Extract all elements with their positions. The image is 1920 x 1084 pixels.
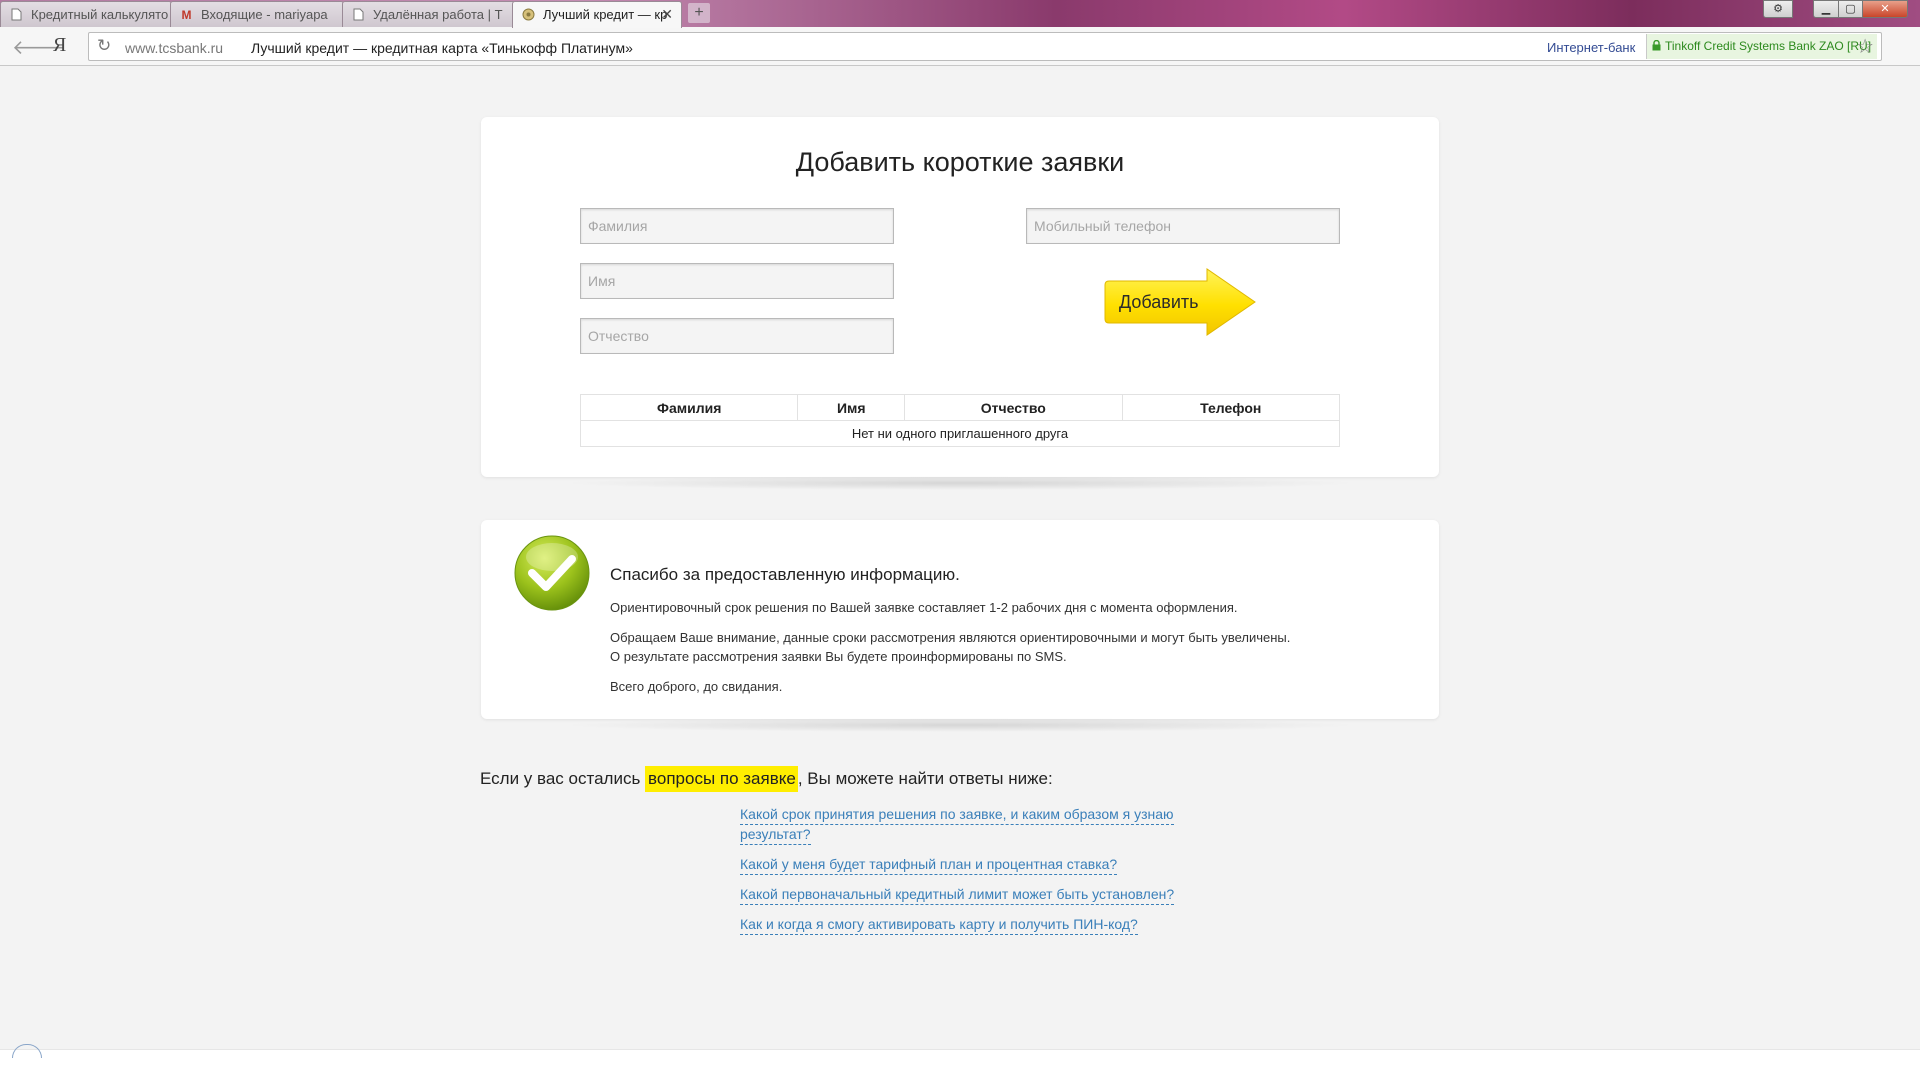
faq-link-decision-term-cont[interactable]: результат? <box>740 824 811 845</box>
notice-text-line2: О результате рассмотрения заявки Вы буде… <box>610 649 1067 664</box>
gmail-icon: M <box>181 8 192 22</box>
url-host: www.tcsbank.ru <box>125 40 224 56</box>
faq-heading-tail: , Вы можете найти ответы ниже: <box>797 769 1053 788</box>
decision-term-text: Ориентировочный срок решения по Вашей за… <box>610 600 1238 615</box>
faq-highlight: вопросы по заявке <box>645 766 798 792</box>
faq-heading-lead: Если у вас остались <box>480 769 646 788</box>
internet-bank-link[interactable]: Интернет-банк <box>1547 40 1635 55</box>
page-icon <box>352 8 365 22</box>
bottom-strip <box>0 1044 1920 1084</box>
ev-certificate-text: Tinkoff Credit Systems Bank ZAO [RU] <box>1665 39 1872 53</box>
yandex-button[interactable]: Я <box>53 34 66 57</box>
ev-certificate-badge[interactable]: Tinkoff Credit Systems Bank ZAO [RU] <box>1646 34 1878 59</box>
short-applications-card: Добавить короткие заявки Добавить <box>481 117 1439 477</box>
table-row: Нет ни одного приглашенного друга <box>580 420 1340 447</box>
notice-text-line1: Обращаем Ваше внимание, данные сроки рас… <box>610 630 1291 645</box>
add-button-label: Добавить <box>1119 292 1199 312</box>
close-icon[interactable]: ✕ <box>661 2 673 27</box>
tab-best-credit[interactable]: Лучший кредит — кр ✕ <box>512 1 682 28</box>
address-bar: 🡐 Я ↻ www.tcsbank.ru Лучший кредит — кре… <box>0 27 1920 66</box>
tab-credit-calculator[interactable]: Кредитный калькулято <box>0 1 172 27</box>
invited-friends-table: Фамилия Имя Отчество Телефон Нет ни одно… <box>579 394 1341 447</box>
faq-link-decision-term[interactable]: Какой срок принятия решения по заявке, и… <box>740 804 1174 825</box>
new-tab-button[interactable]: + <box>688 3 710 23</box>
thanks-title: Спасибо за предоставленную информацию. <box>610 565 960 584</box>
bank-icon <box>522 8 535 22</box>
column-header-last-name: Фамилия <box>579 394 799 421</box>
card-shadow <box>560 476 1360 490</box>
faq-link-tariff-plan[interactable]: Какой у меня будет тарифный план и проце… <box>740 854 1118 875</box>
tab-label: Лучший кредит — кр <box>543 7 668 22</box>
mobile-phone-input[interactable] <box>1026 208 1340 244</box>
lock-icon <box>1652 40 1661 51</box>
close-window-button[interactable]: ✕ <box>1862 0 1908 18</box>
reload-icon[interactable]: ↻ <box>97 36 111 56</box>
tab-label: Входящие - mariyapa <box>201 7 328 22</box>
page-icon <box>10 8 23 22</box>
checkmark-icon <box>514 535 590 611</box>
page-content: Добавить короткие заявки Добавить <box>0 67 1920 1049</box>
browser-tab-strip: Кредитный калькулято M Входящие - mariya… <box>0 0 1920 28</box>
faq-heading: Если у вас остались вопросы по заявке, В… <box>480 766 1053 792</box>
faq-link-card-activation[interactable]: Как и когда я смогу активировать карту и… <box>740 914 1138 935</box>
minimize-button[interactable]: ▁ <box>1813 0 1839 18</box>
form-title: Добавить короткие заявки <box>795 147 1125 177</box>
last-name-input[interactable] <box>580 208 894 244</box>
tab-remote-work[interactable]: Удалённая работа | T <box>342 1 516 27</box>
tab-gmail-inbox[interactable]: M Входящие - mariyapa <box>170 1 344 27</box>
column-header-first-name: Имя <box>797 394 906 421</box>
card-shadow <box>560 718 1360 732</box>
middle-name-input[interactable] <box>580 318 894 354</box>
gear-icon[interactable]: ⚙ <box>1763 0 1793 18</box>
maximize-button[interactable]: ▢ <box>1838 0 1863 18</box>
thanks-card: Спасибо за предоставленную информацию. О… <box>481 520 1439 719</box>
goodbye-text: Всего доброго, до свидания. <box>610 679 783 694</box>
column-header-phone: Телефон <box>1121 394 1341 421</box>
tab-label: Кредитный калькулято <box>31 7 169 22</box>
bookmark-star-icon[interactable]: ☆ <box>1856 34 1874 59</box>
tab-label: Удалённая работа | T <box>373 7 503 22</box>
add-button[interactable]: Добавить <box>1103 267 1259 337</box>
table-header-row: Фамилия Имя Отчество Телефон <box>579 394 1341 421</box>
faq-link-credit-limit[interactable]: Какой первоначальный кредитный лимит мож… <box>740 884 1175 905</box>
page-title-in-url: Лучший кредит — кредитная карта «Тинькоф… <box>251 40 633 56</box>
column-header-middle-name: Отчество <box>904 394 1123 421</box>
empty-table-message: Нет ни одного приглашенного друга <box>580 420 1340 447</box>
url-field[interactable]: ↻ www.tcsbank.ru Лучший кредит — кредитн… <box>88 32 1882 61</box>
first-name-input[interactable] <box>580 263 894 299</box>
